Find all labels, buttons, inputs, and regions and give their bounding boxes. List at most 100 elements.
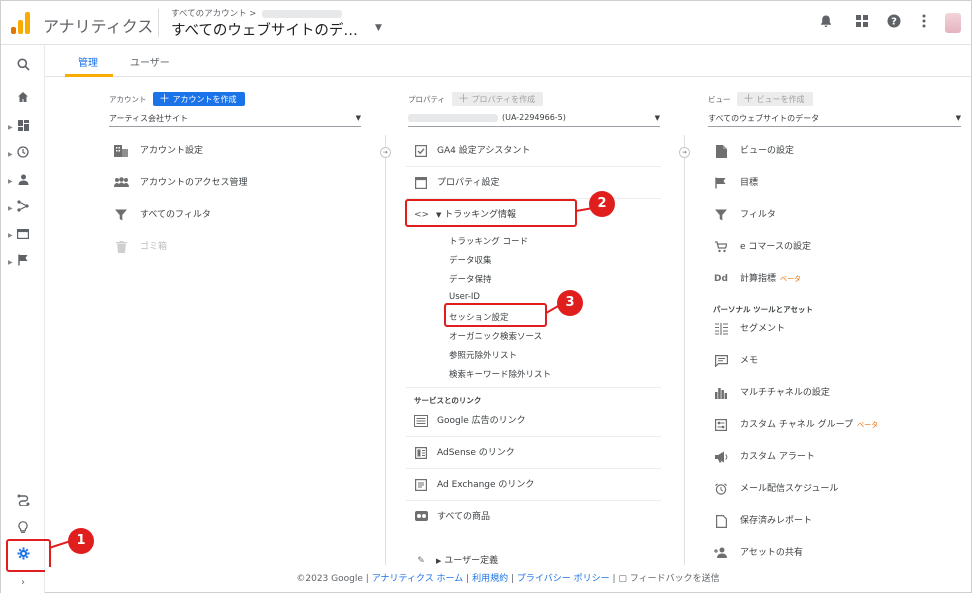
data-collection-link[interactable]: データ収集 xyxy=(449,254,492,266)
column-divider xyxy=(684,135,685,565)
dropdown-caret-icon: ▼ xyxy=(955,114,961,122)
window-icon xyxy=(414,177,428,190)
feedback-icon: ▢ xyxy=(618,574,627,584)
adsense-icon xyxy=(414,447,428,460)
breadcrumb[interactable]: すべてのアカウント > xyxy=(171,7,343,19)
channel-grouping-icon xyxy=(714,419,728,432)
flag-icon xyxy=(714,177,728,189)
behavior-icon[interactable] xyxy=(15,227,31,243)
data-retention-link[interactable]: データ保持 xyxy=(449,273,492,285)
person-icon[interactable] xyxy=(15,173,31,189)
plus-icon: ＋ xyxy=(458,92,469,105)
custom-definitions-icon: ✎ xyxy=(417,556,425,566)
account-select[interactable]: アーティス会社サイト ▼ xyxy=(109,111,361,127)
row-separator xyxy=(406,166,661,167)
admin-tabs: 管理 ユーザー xyxy=(45,45,971,77)
caret-right-icon: ▶ xyxy=(436,557,442,565)
terms-link[interactable]: 利用規約 xyxy=(472,574,508,584)
apps-grid-icon[interactable] xyxy=(853,14,871,32)
footer: ©2023 Google | アナリティクス ホーム | 利用規約 | プライバ… xyxy=(45,567,971,592)
caret-down-icon[interactable]: ▼ xyxy=(375,23,382,33)
copyright-text: ©2023 Google xyxy=(296,574,363,584)
tracking-code-link[interactable]: トラッキング コード xyxy=(449,235,528,247)
view-select[interactable]: すべてのウェブサイトのデータ ▼ xyxy=(708,111,961,127)
callout-number-3: 3 xyxy=(557,290,583,316)
app-name: アナリティクス xyxy=(43,17,154,36)
svg-text:?: ? xyxy=(891,17,897,28)
create-account-button[interactable]: ＋ アカウントを作成 xyxy=(153,92,245,106)
dropdown-caret-icon: ▼ xyxy=(355,114,361,122)
acquisition-icon[interactable] xyxy=(15,200,31,216)
row-separator xyxy=(406,387,661,388)
expand-arrow-icon[interactable]: ▶ xyxy=(8,151,13,158)
search-term-exclusion-link[interactable]: 検索キーワード除外リスト xyxy=(449,368,551,380)
segments-icon xyxy=(714,323,728,335)
people-icon xyxy=(114,177,129,189)
property-column-label: プロパティ xyxy=(408,95,446,104)
row-separator xyxy=(406,436,661,437)
person-add-icon xyxy=(714,547,728,559)
document-icon xyxy=(714,145,728,158)
feedback-link[interactable]: ▢ フィードバックを送信 xyxy=(618,574,719,584)
expand-arrow-icon[interactable]: ▶ xyxy=(8,205,13,212)
checklist-icon xyxy=(414,145,428,158)
account-selector-title[interactable]: すべてのウェブサイトのデ… xyxy=(171,19,358,40)
tab-user[interactable]: ユーザー xyxy=(130,54,170,69)
dropdown-caret-icon: ▼ xyxy=(654,114,660,122)
flag-icon[interactable] xyxy=(15,254,31,270)
clock-icon[interactable] xyxy=(15,146,31,162)
bar-chart-icon xyxy=(714,387,728,399)
referral-exclusion-link[interactable]: 参照元除外リスト xyxy=(449,349,517,361)
cart-icon xyxy=(714,241,728,253)
filter-icon xyxy=(714,209,728,221)
lightbulb-icon[interactable] xyxy=(15,521,31,537)
expand-arrow-icon[interactable]: ▶ xyxy=(8,178,13,185)
top-bar: アナリティクス すべてのアカウント > すべてのウェブサイトのデ… ▼ ? xyxy=(1,1,971,45)
property-select[interactable]: (UA-2294966-5) ▼ xyxy=(408,111,660,127)
plus-icon: ＋ xyxy=(743,92,754,105)
ad-exchange-icon xyxy=(414,479,428,492)
dd-icon: Dd xyxy=(714,274,728,284)
product-linking-heading: サービスとのリンク xyxy=(414,396,482,405)
arrow-right-icon: ➔ xyxy=(380,147,391,158)
column-divider xyxy=(385,135,386,565)
search-icon[interactable] xyxy=(15,58,31,74)
row-separator xyxy=(406,468,661,469)
tab-admin[interactable]: 管理 xyxy=(78,54,98,69)
expand-arrow-icon[interactable]: ▶ xyxy=(8,232,13,239)
bell-icon[interactable] xyxy=(817,14,835,32)
expand-rail-icon[interactable]: › xyxy=(15,575,31,591)
create-view-button[interactable]: ＋ ビューを作成 xyxy=(737,92,813,106)
create-property-button[interactable]: ＋ プロパティを作成 xyxy=(452,92,544,106)
highlight-session-settings xyxy=(444,303,547,327)
account-column-label: アカウント xyxy=(109,95,147,104)
callout-number-2: 2 xyxy=(589,191,615,217)
dashboard-icon[interactable] xyxy=(15,119,31,135)
header-divider xyxy=(158,9,159,37)
help-icon[interactable]: ? xyxy=(885,14,903,32)
view-column-label: ビュー xyxy=(708,95,731,104)
alarm-clock-icon xyxy=(714,483,728,495)
more-vert-icon[interactable] xyxy=(915,14,933,32)
user-id-link[interactable]: User-ID xyxy=(449,292,480,302)
home-icon[interactable] xyxy=(15,91,31,107)
personal-tools-heading: パーソナル ツールとアセット xyxy=(713,305,813,314)
organic-search-sources-link[interactable]: オーガニック検索ソース xyxy=(449,330,542,342)
products-icon xyxy=(414,511,428,523)
privacy-link[interactable]: プライバシー ポリシー xyxy=(517,574,610,584)
left-rail: ▶ ▶ ▶ ▶ ▶ ▶ › xyxy=(1,45,45,593)
avatar[interactable] xyxy=(945,13,961,33)
megaphone-icon xyxy=(714,451,728,463)
highlight-tracking-info xyxy=(405,199,577,227)
expand-arrow-icon[interactable]: ▶ xyxy=(8,259,13,266)
analytics-logo-icon[interactable] xyxy=(11,12,31,34)
expand-arrow-icon[interactable]: ▶ xyxy=(8,124,13,131)
ads-icon xyxy=(414,415,428,427)
callout-number-1: 1 xyxy=(68,528,94,554)
attribution-icon[interactable] xyxy=(15,494,31,510)
row-separator xyxy=(406,500,661,501)
building-icon xyxy=(114,145,128,157)
trash-icon xyxy=(114,241,128,253)
plus-icon: ＋ xyxy=(159,92,170,105)
analytics-home-link[interactable]: アナリティクス ホーム xyxy=(372,574,464,584)
